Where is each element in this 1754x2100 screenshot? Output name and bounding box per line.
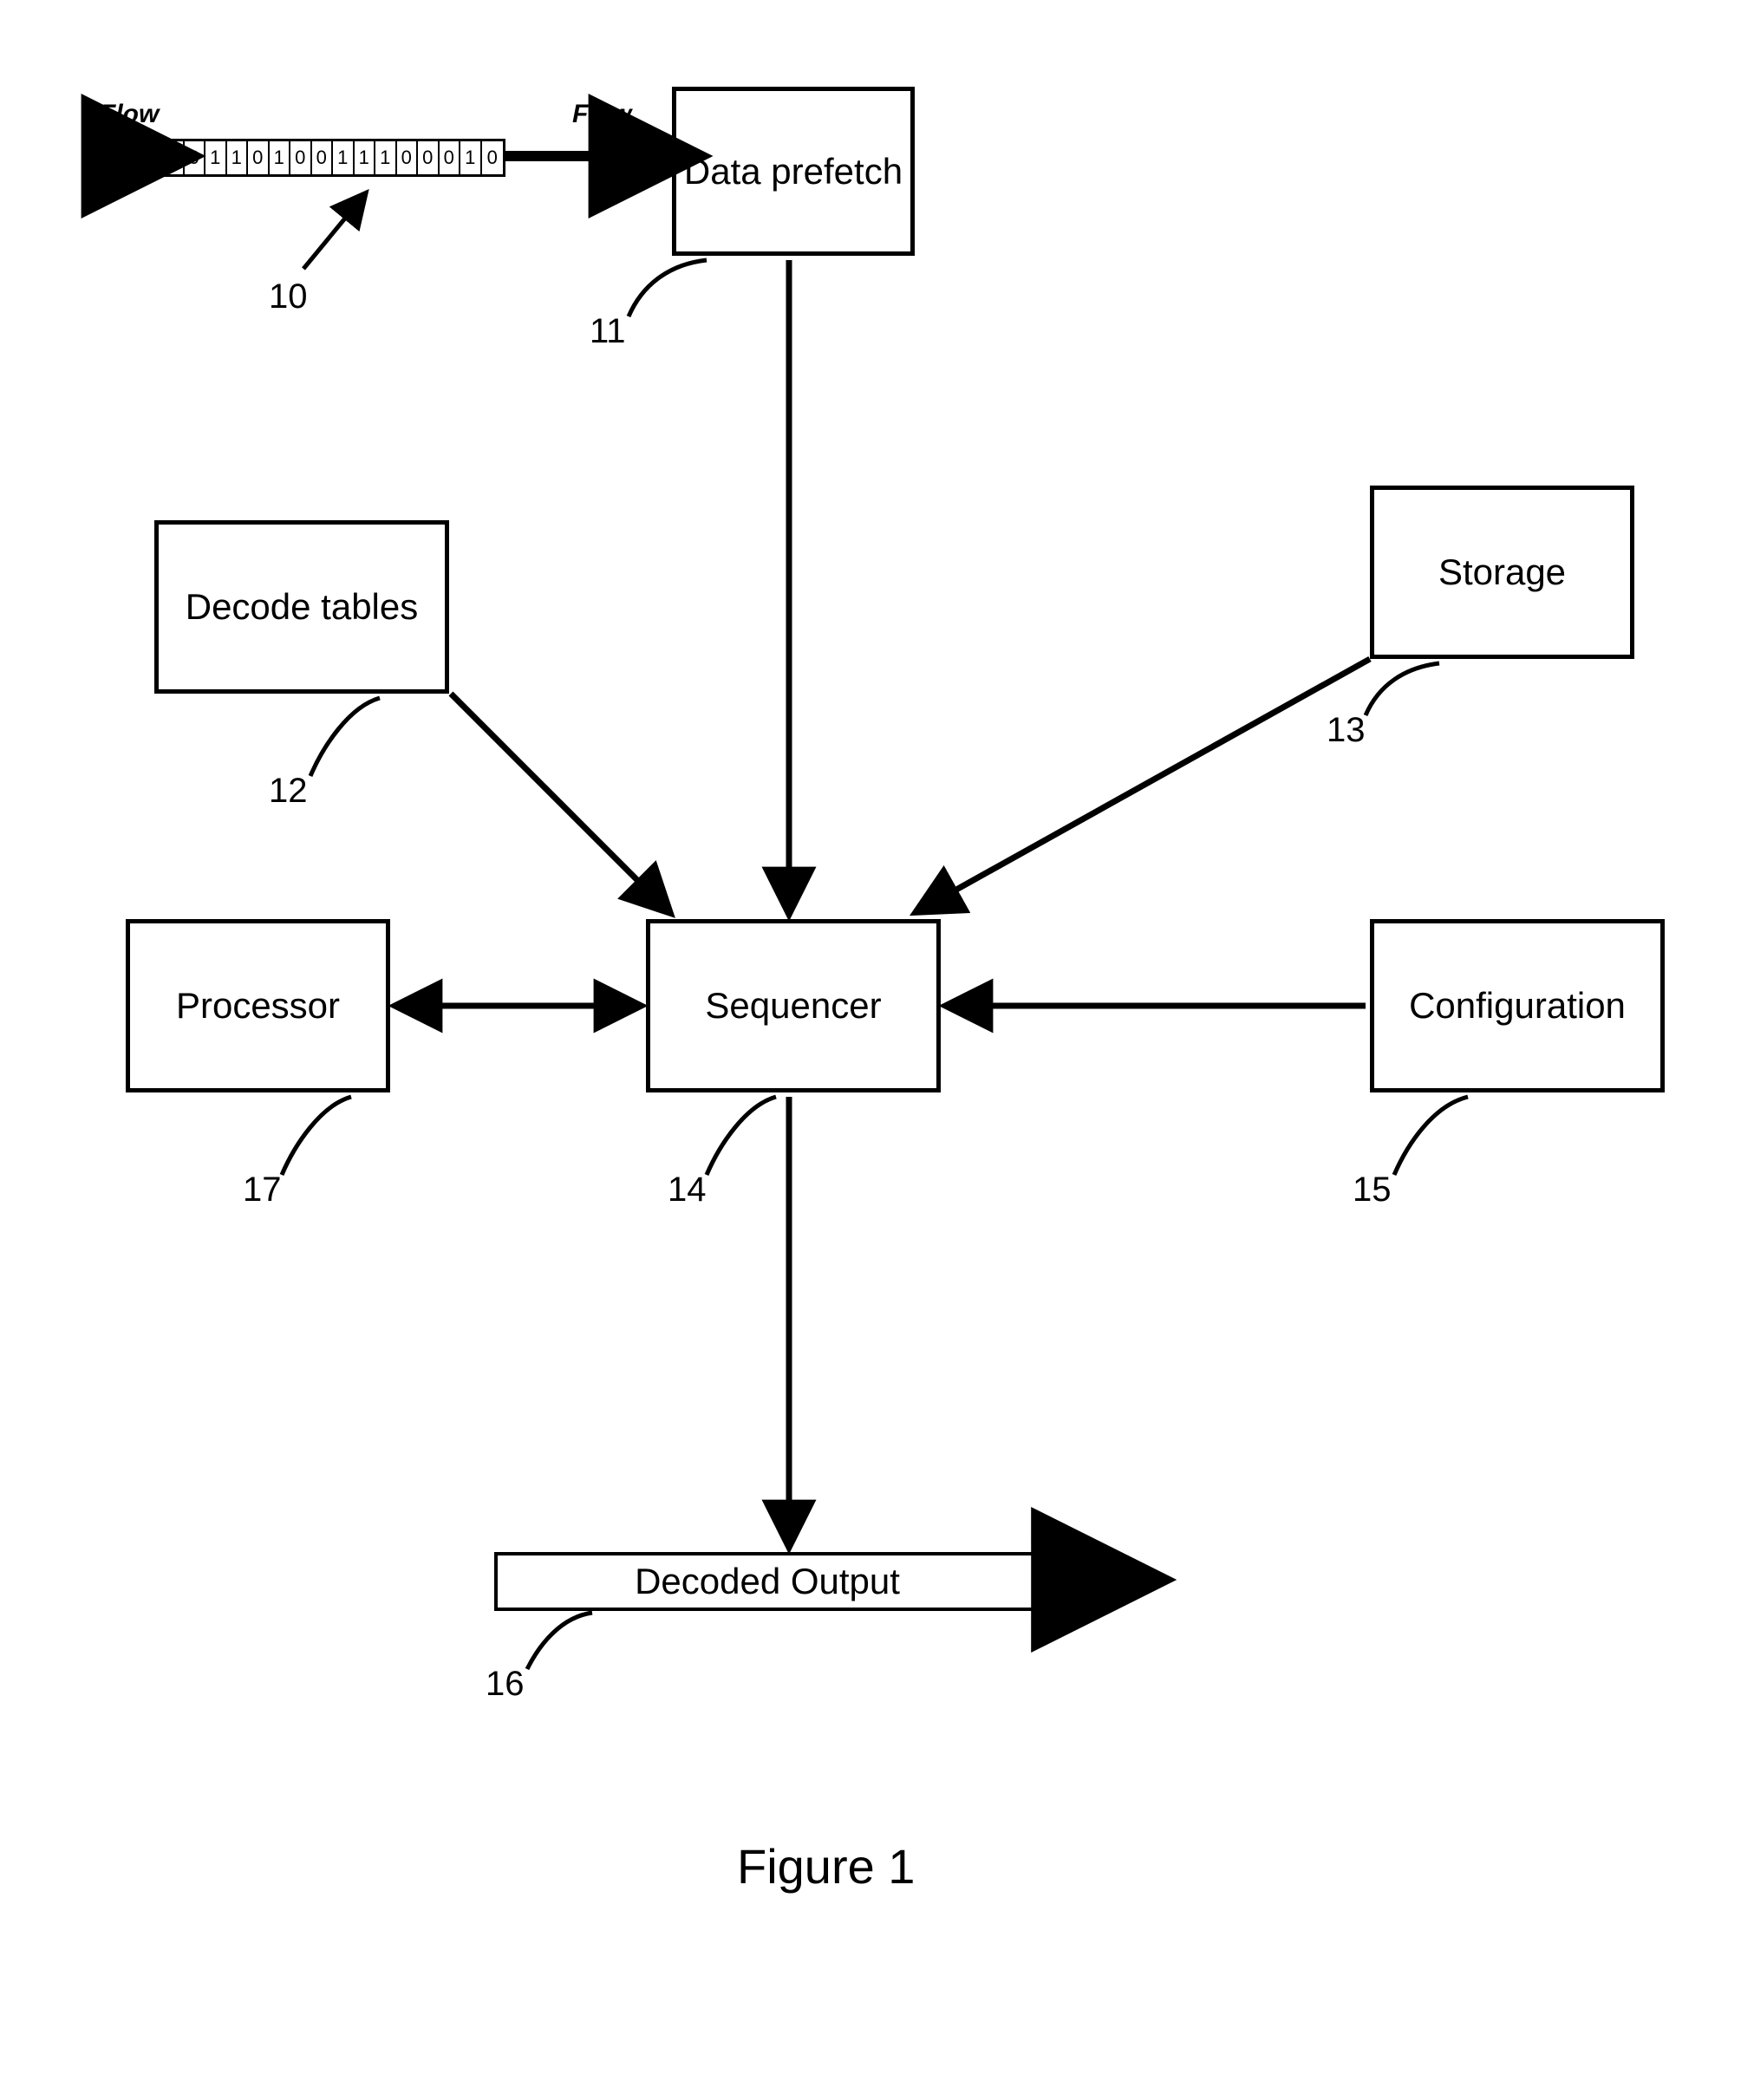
bitstream: 1 0 1 1 0 1 0 0 1 1 1 0 0 0 1 0 <box>160 139 505 177</box>
figure-caption: Figure 1 <box>737 1838 915 1895</box>
block-label: Storage <box>1438 551 1566 593</box>
bit-cell: 0 <box>482 141 504 174</box>
diagram-canvas: Flow Flow 1 0 1 1 0 1 0 0 1 1 1 0 0 0 1 … <box>0 0 1754 2100</box>
ref-16: 16 <box>486 1665 525 1704</box>
block-decoded-output: Decoded Output <box>494 1552 1040 1611</box>
block-processor: Processor <box>126 919 390 1092</box>
block-label: Data prefetch <box>684 151 903 192</box>
block-label: Configuration <box>1409 985 1626 1027</box>
bit-cell: 1 <box>205 141 227 174</box>
ref-17: 17 <box>243 1171 282 1210</box>
bit-cell: 0 <box>248 141 270 174</box>
ref-12: 12 <box>269 772 308 811</box>
bit-cell: 1 <box>333 141 355 174</box>
bit-cell: 0 <box>418 141 440 174</box>
flow-label-left: Flow <box>100 100 159 129</box>
block-storage: Storage <box>1370 486 1634 659</box>
bit-cell: 1 <box>355 141 376 174</box>
ref-11: 11 <box>590 312 626 351</box>
bit-cell: 0 <box>440 141 461 174</box>
ref-14: 14 <box>668 1171 707 1210</box>
bit-cell: 0 <box>185 141 206 174</box>
block-label: Decode tables <box>186 586 419 628</box>
bit-cell: 0 <box>290 141 312 174</box>
bit-cell: 1 <box>227 141 249 174</box>
block-label: Processor <box>176 985 340 1027</box>
bit-cell: 1 <box>270 141 291 174</box>
block-configuration: Configuration <box>1370 919 1665 1092</box>
block-label: Sequencer <box>705 985 881 1027</box>
block-data-prefetch: Data prefetch <box>672 87 915 256</box>
block-label: Decoded Output <box>635 1561 900 1602</box>
block-sequencer: Sequencer <box>646 919 941 1092</box>
ref-10: 10 <box>269 277 308 316</box>
bit-cell: 1 <box>460 141 482 174</box>
ref-15: 15 <box>1353 1171 1392 1210</box>
ref-13: 13 <box>1327 711 1366 750</box>
bit-cell: 1 <box>375 141 397 174</box>
bit-cell: 1 <box>163 141 185 174</box>
bit-cell: 0 <box>312 141 334 174</box>
flow-label-right: Flow <box>572 100 631 129</box>
bit-cell: 0 <box>397 141 419 174</box>
block-decode-tables: Decode tables <box>154 520 449 694</box>
